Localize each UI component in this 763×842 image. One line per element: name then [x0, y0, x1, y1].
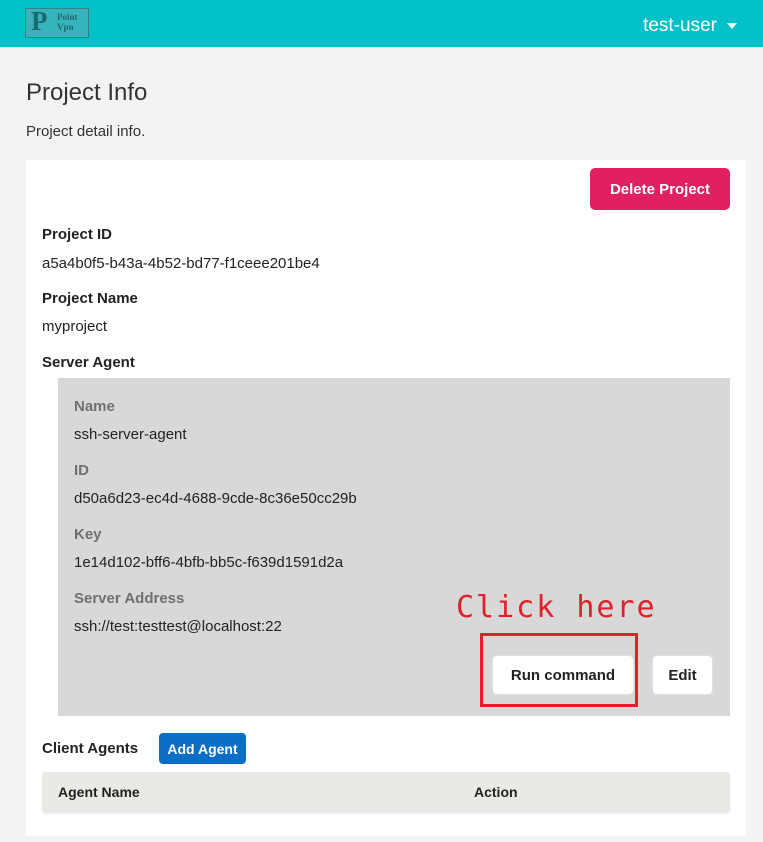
agent-id-label: ID [74, 462, 89, 479]
client-agents-table-header: Agent Name Action [42, 772, 730, 812]
project-name-value: myproject [42, 318, 108, 335]
agent-name-value: ssh-server-agent [74, 426, 187, 443]
server-agent-section-label: Server Agent [42, 354, 135, 371]
logo-letter: P [31, 6, 48, 36]
project-name-label: Project Name [42, 290, 138, 307]
user-menu-label: test-user [643, 15, 717, 36]
project-id-label: Project ID [42, 226, 113, 243]
project-id-value: a5a4b0f5-b43a-4b52-bd77-f1ceee201be4 [42, 255, 320, 272]
client-agents-section-label: Client Agents [42, 740, 139, 757]
page-subtitle: Project detail info. [26, 123, 146, 140]
click-here-annotation: Click here [456, 590, 657, 625]
delete-project-button[interactable]: Delete Project [590, 168, 730, 210]
edit-agent-button[interactable]: Edit [652, 655, 713, 695]
agent-key-value: 1e14d102-bff6-4bfb-bb5c-f639d1591d2a [74, 554, 344, 571]
logo-text-line2: Vpn [57, 22, 74, 32]
logo-text: Point Vpn [57, 12, 78, 32]
annotation-highlight-box [480, 633, 638, 707]
logo-text-line1: Point [57, 12, 78, 22]
agent-address-value: ssh://test:testtest@localhost:22 [74, 618, 282, 635]
app-logo[interactable]: P Point Vpn [25, 6, 89, 38]
column-header-action: Action [474, 784, 518, 800]
column-header-agent-name: Agent Name [58, 784, 140, 800]
user-menu-dropdown[interactable]: test-user [643, 15, 737, 37]
add-agent-button[interactable]: Add Agent [159, 733, 246, 764]
caret-down-icon [727, 23, 737, 29]
project-detail-card: Delete Project Project ID a5a4b0f5-b43a-… [26, 160, 746, 836]
agent-key-label: Key [74, 526, 102, 543]
top-navbar: P Point Vpn test-user [0, 0, 763, 47]
agent-id-value: d50a6d23-ec4d-4688-9cde-8c36e50cc29b [74, 490, 357, 507]
agent-name-label: Name [74, 398, 115, 415]
page-title: Project Info [26, 79, 148, 106]
agent-address-label: Server Address [74, 590, 185, 607]
